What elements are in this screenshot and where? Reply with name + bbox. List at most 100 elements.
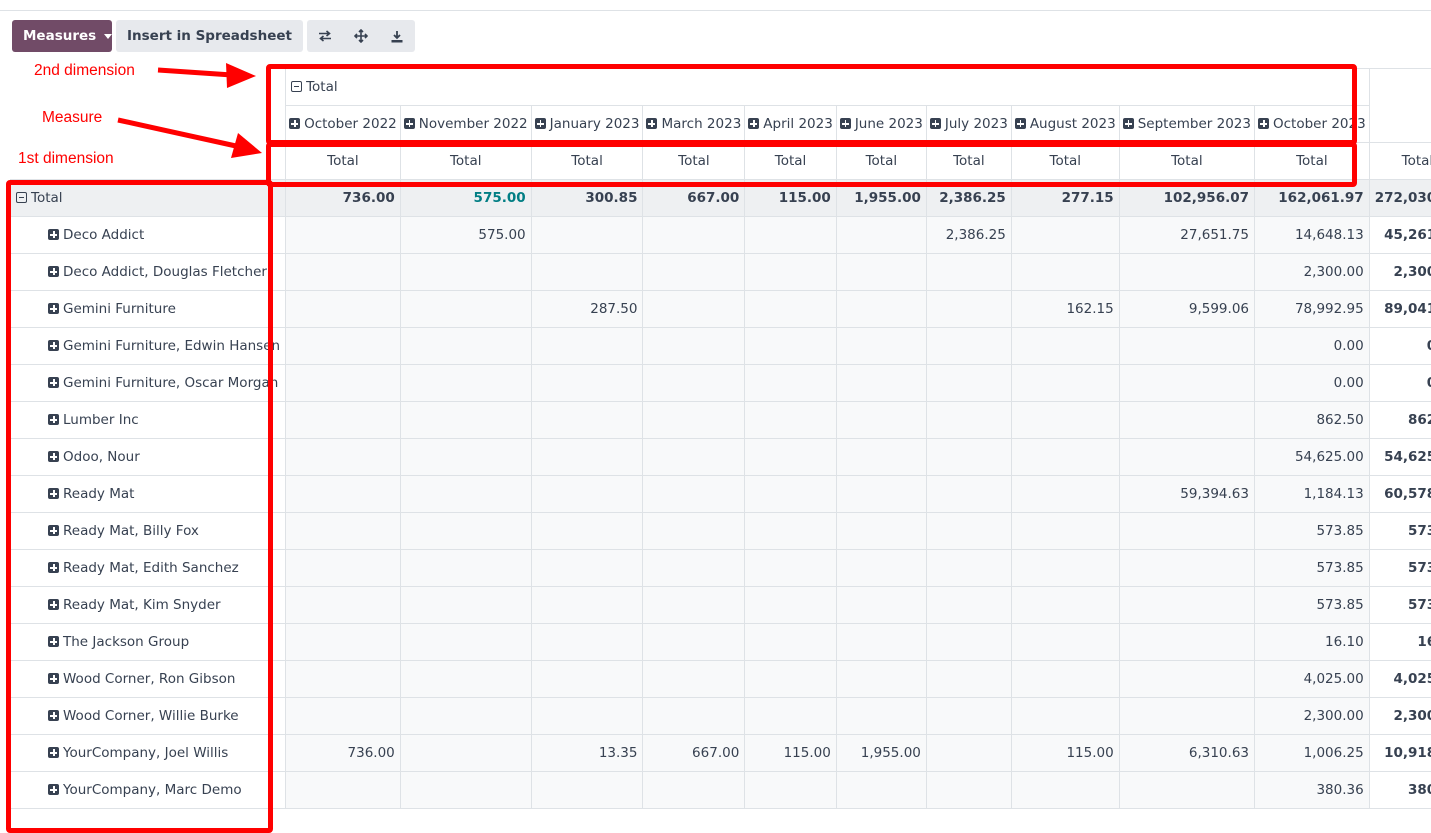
value-cell[interactable] — [642, 253, 746, 291]
row-header[interactable]: Gemini Furniture, Oscar Morgan — [9, 364, 287, 402]
value-cell[interactable] — [835, 327, 927, 365]
value-cell[interactable] — [530, 586, 644, 624]
value-cell[interactable]: 1,955.00 — [835, 734, 927, 772]
row-total-cell[interactable]: 4,025.00 — [1368, 660, 1431, 698]
col-header-month[interactable]: January 2023 — [530, 105, 644, 143]
row-header[interactable]: Lumber Inc — [9, 401, 287, 439]
value-cell[interactable] — [399, 697, 532, 735]
value-cell[interactable] — [1010, 364, 1120, 402]
value-cell[interactable] — [835, 216, 927, 254]
value-cell[interactable] — [530, 771, 644, 809]
value-cell[interactable] — [744, 216, 837, 254]
value-cell[interactable] — [399, 364, 532, 402]
value-cell[interactable] — [642, 364, 746, 402]
value-cell[interactable] — [835, 364, 927, 402]
row-total-cell[interactable]: 573.85 — [1368, 512, 1431, 550]
value-cell[interactable]: 2,386.25 — [925, 179, 1012, 217]
value-cell[interactable] — [399, 549, 532, 587]
value-cell[interactable] — [642, 771, 746, 809]
value-cell[interactable] — [925, 734, 1012, 772]
row-header[interactable]: Odoo, Nour — [9, 438, 287, 476]
value-cell[interactable] — [744, 438, 837, 476]
value-cell[interactable]: 1,955.00 — [835, 179, 927, 217]
value-cell[interactable] — [642, 290, 746, 328]
value-cell[interactable] — [285, 771, 401, 809]
download-button[interactable] — [378, 20, 415, 52]
value-cell[interactable]: 862.50 — [1254, 401, 1370, 439]
row-total-cell[interactable]: 0.00 — [1368, 364, 1431, 402]
value-cell[interactable]: 575.00 — [399, 179, 532, 217]
col-header-month[interactable]: April 2023 — [744, 105, 837, 143]
row-total-cell[interactable]: 272,030.29 — [1368, 179, 1431, 217]
value-cell[interactable] — [925, 660, 1012, 698]
value-cell[interactable] — [285, 438, 401, 476]
value-cell[interactable]: 115.00 — [744, 734, 837, 772]
value-cell[interactable] — [530, 660, 644, 698]
value-cell[interactable] — [285, 697, 401, 735]
value-cell[interactable] — [1118, 364, 1256, 402]
col-header-month[interactable]: July 2023 — [925, 105, 1012, 143]
value-cell[interactable] — [642, 438, 746, 476]
measure-header[interactable]: Total — [744, 142, 837, 180]
value-cell[interactable] — [642, 549, 746, 587]
value-cell[interactable] — [530, 327, 644, 365]
value-cell[interactable] — [1118, 401, 1256, 439]
value-cell[interactable] — [285, 290, 401, 328]
value-cell[interactable]: 13.35 — [530, 734, 644, 772]
value-cell[interactable] — [285, 475, 401, 513]
value-cell[interactable] — [399, 734, 532, 772]
value-cell[interactable] — [925, 586, 1012, 624]
value-cell[interactable] — [642, 623, 746, 661]
value-cell[interactable] — [744, 660, 837, 698]
value-cell[interactable] — [1010, 253, 1120, 291]
value-cell[interactable] — [925, 327, 1012, 365]
value-cell[interactable] — [835, 771, 927, 809]
value-cell[interactable]: 162,061.97 — [1254, 179, 1370, 217]
value-cell[interactable]: 9,599.06 — [1118, 290, 1256, 328]
measure-header[interactable]: Total — [835, 142, 927, 180]
value-cell[interactable]: 59,394.63 — [1118, 475, 1256, 513]
measure-header[interactable]: Total — [642, 142, 746, 180]
value-cell[interactable] — [925, 697, 1012, 735]
value-cell[interactable] — [744, 290, 837, 328]
row-total-cell[interactable]: 60,578.76 — [1368, 475, 1431, 513]
value-cell[interactable] — [744, 364, 837, 402]
value-cell[interactable]: 4,025.00 — [1254, 660, 1370, 698]
row-total-cell[interactable]: 45,261.13 — [1368, 216, 1431, 254]
value-cell[interactable] — [530, 401, 644, 439]
row-total-cell[interactable]: 54,625.00 — [1368, 438, 1431, 476]
value-cell[interactable] — [399, 475, 532, 513]
value-cell[interactable] — [530, 549, 644, 587]
measure-header[interactable]: Total — [285, 142, 401, 180]
value-cell[interactable] — [642, 697, 746, 735]
value-cell[interactable]: 115.00 — [744, 179, 837, 217]
value-cell[interactable] — [285, 216, 401, 254]
value-cell[interactable] — [399, 290, 532, 328]
value-cell[interactable] — [925, 401, 1012, 439]
value-cell[interactable] — [1010, 327, 1120, 365]
value-cell[interactable] — [399, 438, 532, 476]
value-cell[interactable]: 2,300.00 — [1254, 697, 1370, 735]
value-cell[interactable] — [835, 401, 927, 439]
value-cell[interactable]: 16.10 — [1254, 623, 1370, 661]
value-cell[interactable] — [642, 586, 746, 624]
value-cell[interactable] — [399, 253, 532, 291]
value-cell[interactable] — [744, 512, 837, 550]
value-cell[interactable] — [1010, 697, 1120, 735]
value-cell[interactable]: 115.00 — [1010, 734, 1120, 772]
value-cell[interactable]: 0.00 — [1254, 327, 1370, 365]
value-cell[interactable] — [642, 475, 746, 513]
value-cell[interactable] — [1118, 327, 1256, 365]
row-header[interactable]: Deco Addict, Douglas Fletcher — [9, 253, 287, 291]
value-cell[interactable] — [835, 586, 927, 624]
row-total-cell[interactable]: 380.36 — [1368, 771, 1431, 809]
value-cell[interactable]: 300.85 — [530, 179, 644, 217]
value-cell[interactable] — [744, 771, 837, 809]
value-cell[interactable] — [642, 512, 746, 550]
row-total-cell[interactable]: 573.85 — [1368, 586, 1431, 624]
row-total-cell[interactable]: 2,300.00 — [1368, 253, 1431, 291]
value-cell[interactable] — [925, 253, 1012, 291]
col-header-month[interactable]: August 2023 — [1010, 105, 1120, 143]
value-cell[interactable]: 2,386.25 — [925, 216, 1012, 254]
value-cell[interactable] — [835, 697, 927, 735]
